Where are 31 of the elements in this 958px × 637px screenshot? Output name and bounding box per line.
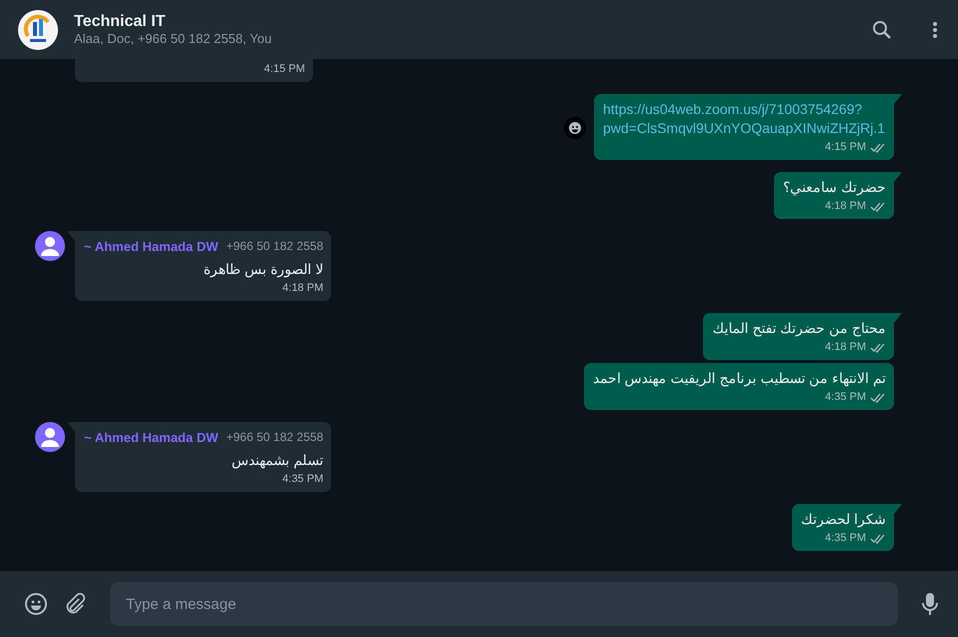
search-icon[interactable] bbox=[872, 20, 892, 40]
sender-phone: +966 50 182 2558 bbox=[226, 429, 324, 446]
sender-name: ~ Ahmed Hamada DW bbox=[84, 238, 218, 256]
avatar-icon bbox=[35, 422, 65, 452]
message-text: لا الصورة بس ظاهرة bbox=[202, 260, 324, 279]
message-time: 4:35 PM bbox=[825, 390, 866, 405]
sender-phone: +966 50 182 2558 bbox=[226, 238, 324, 255]
message-text: تسلم بشمهندس bbox=[230, 451, 324, 470]
message-time: 4:15 PM bbox=[825, 140, 866, 155]
message-time: 4:18 PM bbox=[282, 281, 324, 296]
paperclip-icon[interactable] bbox=[64, 593, 86, 615]
message-input[interactable]: Type a message bbox=[110, 582, 898, 626]
message-time: 4:35 PM bbox=[282, 472, 324, 487]
emoji-icon[interactable] bbox=[24, 592, 48, 616]
group-logo[interactable] bbox=[18, 10, 58, 50]
message-time: 4:18 PM bbox=[825, 340, 866, 355]
chat-title: Technical IT bbox=[74, 12, 166, 31]
microphone-icon[interactable] bbox=[922, 592, 938, 616]
participants-list: Alaa, Doc, +966 50 182 2558, You bbox=[74, 31, 856, 47]
message-text: تم الانتهاء من تسطيب برنامج الريفيت مهندس احمد bbox=[592, 369, 886, 388]
message-text: حضرتك سامعني؟ bbox=[783, 178, 886, 197]
avatar-icon bbox=[35, 231, 65, 261]
message-text: شكرا لحضرتك bbox=[801, 510, 886, 529]
emoji-reaction-icon[interactable] bbox=[564, 116, 586, 138]
message-text: محتاج من حضرتك تفتح المايك bbox=[712, 319, 886, 338]
message-time: 4:18 PM bbox=[825, 199, 866, 214]
message-time: 4:35 PM bbox=[825, 531, 866, 546]
message-time: 4:15 PM bbox=[264, 62, 305, 77]
menu-icon[interactable] bbox=[932, 20, 938, 38]
message-link[interactable]: https://us04web.zoom.us/j/71003754269?pwd=ClsSmqvl9UXnYOQauapXINwiZHZjRj.1 bbox=[603, 100, 886, 138]
sender-name: ~ Ahmed Hamada DW bbox=[84, 429, 218, 447]
